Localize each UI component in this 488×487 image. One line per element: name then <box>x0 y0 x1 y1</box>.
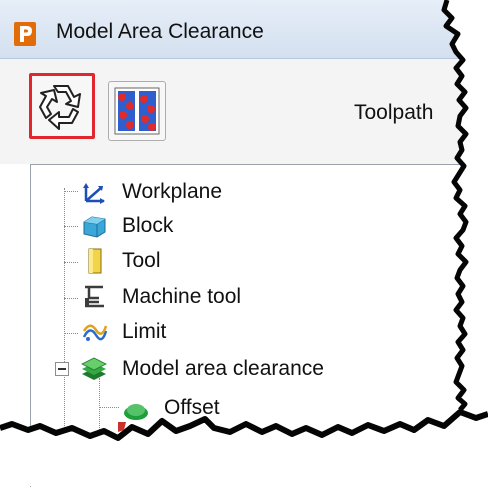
tree-connector <box>64 262 78 263</box>
collapse-toggle[interactable] <box>55 362 69 376</box>
recycle-button[interactable] <box>29 73 95 139</box>
offset-icon <box>124 404 148 420</box>
tree-connector <box>64 333 78 334</box>
limit-icon <box>82 324 108 341</box>
tree-connector <box>99 407 119 408</box>
pattern-icon <box>114 87 160 135</box>
tree-item-label: Limit <box>122 320 167 343</box>
tree-connector <box>99 378 100 438</box>
powermill-p-icon <box>14 22 36 46</box>
tree-item-label: Model area clearance <box>122 357 324 380</box>
tree-connector <box>64 226 78 227</box>
tree-item-label: Offset <box>164 396 220 419</box>
toolpath-label: Toolpath <box>354 101 434 124</box>
tree-connector <box>64 191 78 192</box>
title-bar[interactable]: Model Area Clearance <box>0 0 488 59</box>
layers-icon <box>81 357 107 380</box>
workplane-axes-icon <box>83 183 105 204</box>
window-title: Model Area Clearance <box>56 20 264 43</box>
tree-item-label: Block <box>122 214 174 237</box>
tree-item-label: Tool <box>122 249 161 272</box>
machine-tool-icon <box>85 285 104 308</box>
recycle-arrows-icon <box>39 85 81 130</box>
tool-icon <box>88 248 102 274</box>
tree-connector <box>64 298 78 299</box>
pattern-button[interactable] <box>108 81 166 141</box>
block-cube-icon <box>83 216 106 238</box>
tree-item-label: Machine tool <box>122 285 242 308</box>
dialog-window: Model Area Clearance Toolpath Workplane … <box>0 0 488 487</box>
tree-item-label: Workplane <box>122 180 222 203</box>
